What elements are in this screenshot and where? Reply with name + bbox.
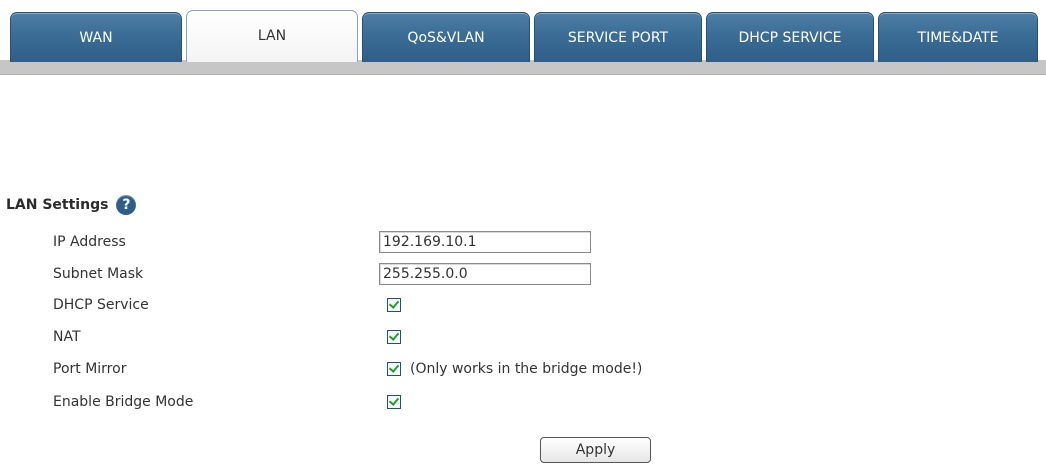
nat-label: NAT (53, 329, 81, 345)
subnet-mask-input[interactable] (379, 263, 591, 285)
nat-checkbox[interactable] (387, 330, 401, 344)
help-icon[interactable]: ? (116, 195, 137, 215)
port-mirror-checkbox[interactable] (387, 362, 401, 376)
ip-address-row: IP Address (53, 230, 773, 254)
subnet-mask-row: Subnet Mask (53, 262, 773, 286)
dhcp-service-checkbox[interactable] (387, 298, 401, 312)
apply-button[interactable]: Apply (540, 437, 651, 463)
port-mirror-label: Port Mirror (53, 361, 127, 377)
dhcp-service-label: DHCP Service (53, 297, 149, 313)
port-mirror-note: (Only works in the bridge mode!) (410, 361, 643, 377)
lan-settings-heading: LAN Settings (6, 197, 109, 213)
bridge-mode-label: Enable Bridge Mode (53, 394, 194, 410)
tab-wan[interactable]: WAN (10, 12, 182, 62)
port-mirror-row: Port Mirror (Only works in the bridge mo… (53, 357, 773, 381)
ip-address-input[interactable] (379, 231, 591, 253)
bridge-mode-row: Enable Bridge Mode (53, 390, 773, 414)
subnet-mask-label: Subnet Mask (53, 266, 144, 282)
tab-time-date[interactable]: TIME&DATE (878, 12, 1038, 62)
bridge-mode-checkbox[interactable] (387, 395, 401, 409)
tab-qos-vlan[interactable]: QoS&VLAN (362, 12, 530, 62)
dhcp-service-row: DHCP Service (53, 293, 773, 317)
tab-strip (0, 60, 1046, 75)
tab-bar: WAN LAN QoS&VLAN SERVICE PORT DHCP SERVI… (0, 0, 1046, 75)
tab-service-port[interactable]: SERVICE PORT (534, 12, 702, 62)
section-title: LAN Settings ? (6, 195, 137, 215)
ip-address-label: IP Address (53, 234, 126, 250)
nat-row: NAT (53, 325, 773, 349)
tab-lan[interactable]: LAN (186, 10, 358, 62)
tab-dhcp-service[interactable]: DHCP SERVICE (706, 12, 874, 62)
